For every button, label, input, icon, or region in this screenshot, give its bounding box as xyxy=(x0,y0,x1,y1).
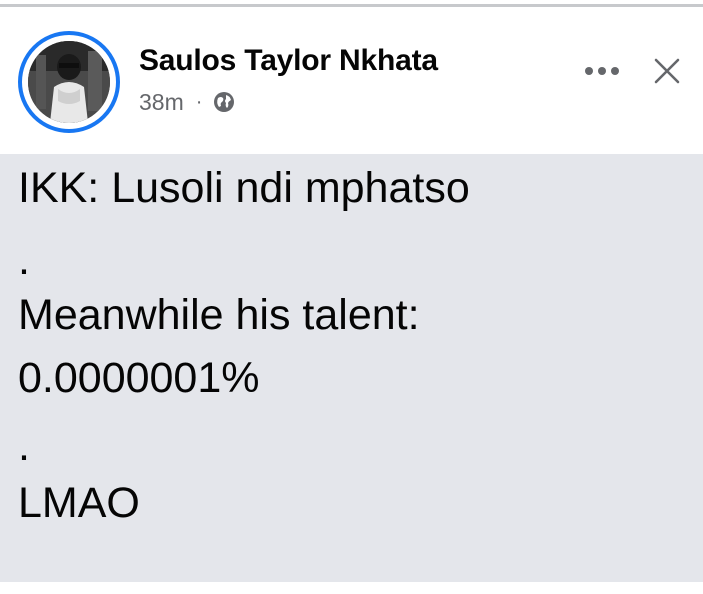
globe-icon[interactable] xyxy=(212,90,236,114)
post-line-2: . xyxy=(18,236,30,284)
close-post-button[interactable] xyxy=(645,49,689,93)
top-divider xyxy=(0,0,703,11)
post-footer-spacer xyxy=(0,582,703,594)
more-options-icon xyxy=(585,67,619,75)
more-options-button[interactable] xyxy=(578,51,626,91)
post-line-5: . xyxy=(18,422,30,470)
post-line-6: LMAO xyxy=(18,479,140,527)
meta-separator: · xyxy=(195,90,203,113)
author-name[interactable]: Saulos Taylor Nkhata xyxy=(139,44,438,78)
post-line-4: 0.0000001% xyxy=(18,354,260,402)
avatar-story-ring[interactable] xyxy=(18,31,120,133)
post-line-3: Meanwhile his talent: xyxy=(18,291,420,339)
post-line-1: IKK: Lusoli ndi mphatso xyxy=(18,164,470,212)
post-text-background: IKK: Lusoli ndi mphatso . Meanwhile his … xyxy=(0,154,703,582)
post-timestamp[interactable]: 38m xyxy=(139,89,184,116)
close-icon xyxy=(654,58,680,84)
post-header: Saulos Taylor Nkhata 38m · xyxy=(0,11,703,154)
post-meta: 38m · xyxy=(139,87,236,117)
avatar[interactable] xyxy=(28,41,110,123)
avatar-photo xyxy=(28,41,110,123)
feed-post: Saulos Taylor Nkhata 38m · IKK: Lusoli n… xyxy=(0,11,703,594)
